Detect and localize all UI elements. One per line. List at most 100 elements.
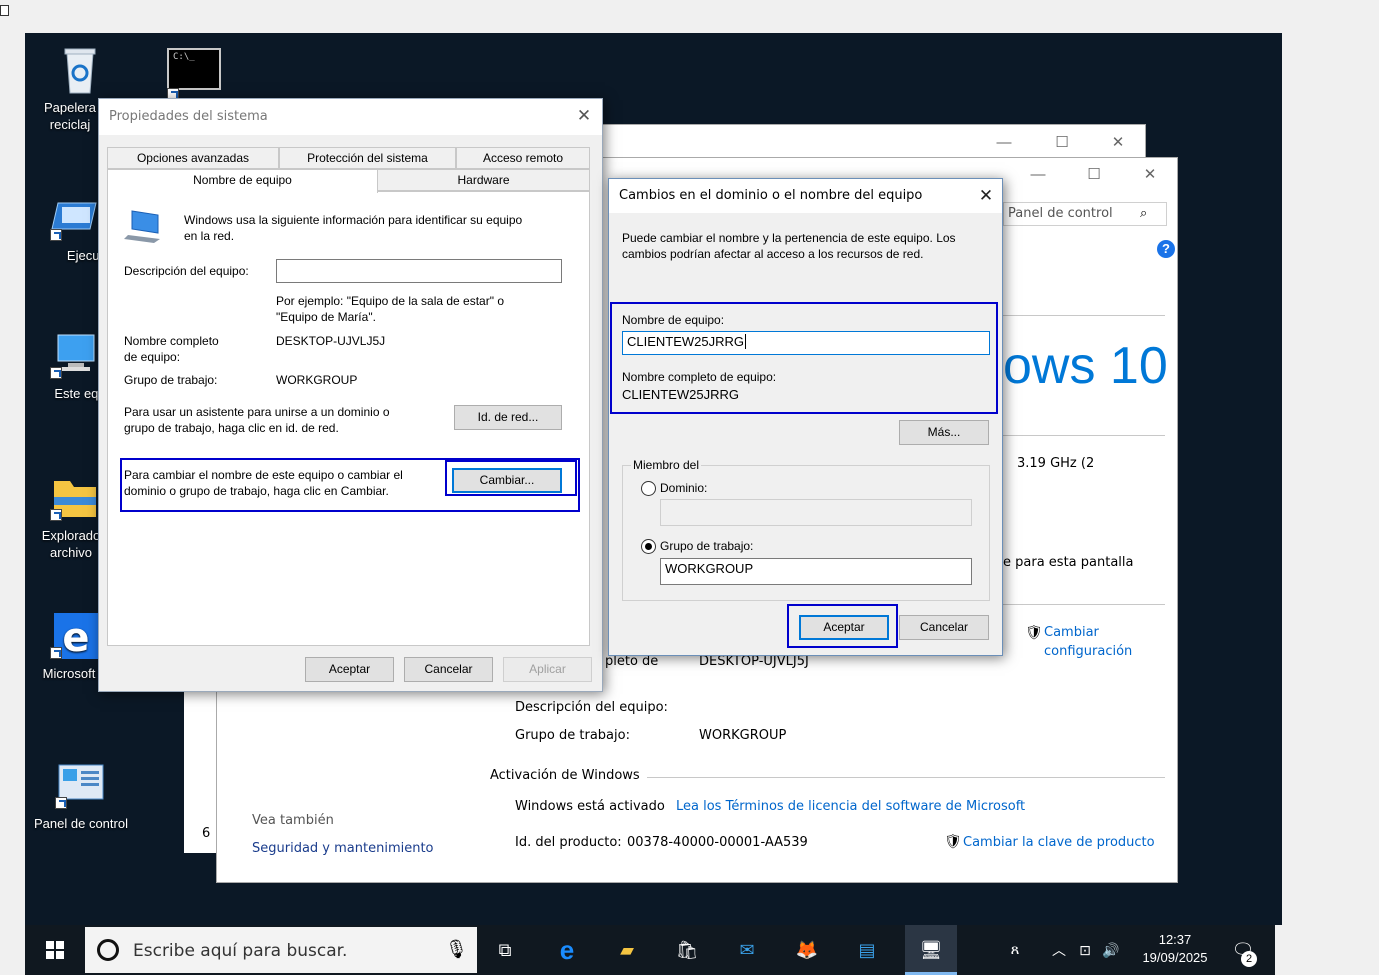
tab-hardware[interactable]: Hardware (377, 169, 590, 191)
workgroup-radio[interactable] (641, 539, 656, 554)
change-text-2: dominio o grupo de trabajo, haga clic en… (124, 484, 389, 498)
cancel-button[interactable]: Cancelar (404, 657, 493, 682)
computer-name-label: Nombre de equipo: (622, 313, 725, 327)
shortcut-arrow-icon (55, 797, 67, 809)
help-icon[interactable]: ? (1157, 240, 1175, 258)
shortcut-arrow-icon (50, 647, 62, 659)
clock[interactable]: 12:37 19/09/2025 (1130, 931, 1220, 967)
remote-toolbar (0, 0, 1379, 33)
close-icon[interactable]: ✕ (1103, 128, 1133, 158)
shortcut-arrow-icon (50, 367, 62, 379)
viewport-margin (1282, 33, 1379, 975)
domain-input (660, 499, 972, 526)
cancel-button[interactable]: Cancelar (899, 615, 989, 640)
search-placeholder: Panel de control (1008, 206, 1113, 221)
svg-text:e: e (62, 615, 89, 661)
control-panel-search[interactable]: Panel de control ⌕ (1003, 202, 1167, 226)
minimize-icon[interactable]: — (989, 128, 1019, 158)
task-view-icon[interactable]: ⧉ (491, 937, 519, 963)
change-product-key-link[interactable]: Cambiar la clave de producto (963, 835, 1155, 850)
search-icon: ⌕ (1140, 206, 1148, 221)
control-panel-shortcut[interactable]: Panel de control (25, 761, 135, 832)
system-properties-dialog: Propiedades del sistema ✕ Opciones avanz… (98, 98, 603, 692)
maximize-icon[interactable]: ☐ (1079, 160, 1109, 190)
dialog-intro-2: cambios podrían afectar al acceso a los … (622, 247, 924, 261)
edge-taskbar-icon[interactable]: e (553, 937, 581, 963)
workgroup-label: Grupo de trabajo: (124, 373, 218, 387)
control-panel-taskbar-icon[interactable]: ▤ (853, 937, 881, 963)
example-text: Por ejemplo: "Equipo de la sala de estar… (276, 294, 504, 308)
tab-advanced[interactable]: Opciones avanzadas (107, 147, 279, 169)
cortana-icon (97, 939, 119, 961)
microphone-icon[interactable]: 🎙 (445, 939, 468, 960)
domain-label: Dominio: (660, 481, 708, 495)
tab-remote[interactable]: Acceso remoto (456, 147, 590, 169)
computer-name-input[interactable]: CLIENTEW25JRRG (622, 331, 990, 355)
cmd-shortcut[interactable]: C:\_ (167, 48, 221, 100)
network-id-button[interactable]: Id. de red... (454, 405, 562, 430)
shortcut-arrow-icon (50, 229, 62, 241)
domain-radio[interactable] (641, 481, 656, 496)
full-name-value: CLIENTEW25JRRG (622, 387, 740, 402)
cmd-icon: C:\_ (167, 48, 221, 90)
close-icon[interactable]: ✕ (569, 101, 599, 131)
run-icon (48, 193, 102, 243)
notification-badge: 2 (1241, 951, 1257, 967)
activation-header: Activación de Windows (490, 768, 640, 783)
close-icon[interactable]: ✕ (1135, 160, 1165, 190)
intro-text: Windows usa la siguiente información par… (184, 213, 523, 227)
full-name-value: DESKTOP-UJVLJ5J (699, 654, 809, 669)
mail-icon[interactable]: ✉ (733, 937, 761, 963)
description-input[interactable] (276, 259, 562, 283)
clock-time: 12:37 (1158, 932, 1192, 947)
product-id-value: 00378-40000-00001-AA539 (627, 835, 808, 850)
workgroup-label: Grupo de trabajo: (515, 728, 630, 743)
change-button[interactable]: Cambiar... (452, 468, 562, 493)
tab-system-protection[interactable]: Protección del sistema (279, 147, 456, 169)
system-taskbar-icon[interactable]: 🖥 (905, 925, 957, 975)
ok-button[interactable]: Aceptar (305, 657, 394, 682)
workgroup-value: WORKGROUP (699, 728, 787, 743)
more-button[interactable]: Más... (899, 420, 989, 445)
see-also-header: Vea también (252, 813, 334, 828)
chevron-up-icon[interactable]: ︿ (1045, 937, 1073, 963)
file-explorer-taskbar-icon[interactable]: ▰ (613, 937, 641, 963)
workgroup-input[interactable]: WORKGROUP (660, 558, 972, 585)
shield-icon: 🛡 (1025, 625, 1043, 641)
taskbar-search-box[interactable]: Escribe aquí para buscar. 🎙 (85, 927, 477, 973)
firefox-icon[interactable]: 🦊 (793, 937, 821, 963)
security-maintenance-link[interactable]: Seguridad y mantenimiento (252, 841, 434, 856)
full-name-label: Nombre completo (124, 334, 219, 348)
full-name-value: DESKTOP-UJVLJ5J (276, 334, 386, 348)
close-icon[interactable]: ✕ (971, 181, 1001, 211)
volume-icon[interactable]: 🔊 (1097, 937, 1125, 963)
store-icon[interactable]: 🛍 (673, 937, 701, 963)
computer-name-change-dialog: Cambios en el dominio o el nombre del eq… (608, 178, 1003, 656)
network-id-text: Para usar un asistente para unirse a un … (124, 405, 390, 419)
apply-button: Aplicar (503, 657, 592, 682)
ok-button[interactable]: Aceptar (799, 615, 889, 640)
recycle-bin-icon (53, 45, 107, 95)
shield-icon: 🛡 (944, 834, 962, 850)
workgroup-value: WORKGROUP (276, 373, 358, 387)
change-settings-link[interactable]: Cambiar (1044, 625, 1099, 640)
search-placeholder: Escribe aquí para buscar. (133, 941, 348, 961)
windows-brand-text: ows 10 (1003, 337, 1168, 395)
maximize-icon[interactable]: ☐ (1047, 128, 1077, 158)
control-panel-label: Panel de control (34, 816, 128, 831)
minimize-icon[interactable]: — (1023, 160, 1053, 190)
change-settings-link-2[interactable]: configuración (1044, 644, 1132, 659)
computer-name-value: CLIENTEW25JRRG (627, 334, 745, 349)
start-button[interactable] (41, 937, 69, 963)
full-name-label-2: de equipo: (124, 350, 181, 364)
session-icon[interactable] (0, 5, 9, 16)
people-icon[interactable]: ጸ (1001, 937, 1029, 963)
tab-computer-name[interactable]: Nombre de equipo (107, 169, 378, 193)
dialog-intro: Puede cambiar el nombre y la pertenencia… (622, 231, 956, 245)
network-icon[interactable]: ⊡ (1071, 937, 1099, 963)
product-id-label: Id. del producto: (515, 835, 622, 850)
intro-text-2: en la red. (184, 229, 235, 243)
license-terms-link[interactable]: Lea los Términos de licencia del softwar… (676, 799, 1025, 814)
description-label: Descripción del equipo: (515, 700, 668, 715)
dialog-titlebar: Cambios en el dominio o el nombre del eq… (609, 179, 1002, 213)
